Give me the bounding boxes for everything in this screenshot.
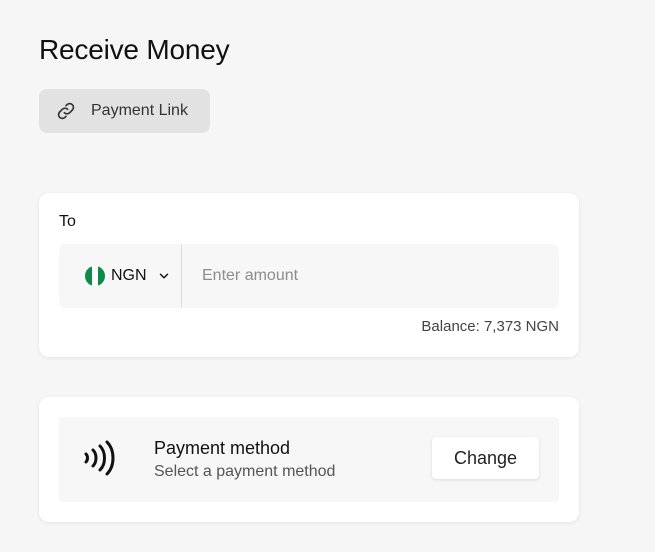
payment-link-button[interactable]: Payment Link — [39, 89, 210, 133]
currency-selector[interactable]: NGN — [59, 244, 182, 308]
change-button[interactable]: Change — [432, 437, 539, 479]
chevron-down-icon — [157, 269, 171, 283]
contactless-icon — [82, 438, 116, 478]
payment-method-subtitle: Select a payment method — [154, 463, 336, 480]
payment-method-card: Payment method Select a payment method C… — [39, 397, 579, 522]
page-title: Receive Money — [39, 34, 230, 65]
payment-link-label: Payment Link — [91, 102, 188, 119]
amount-input[interactable] — [182, 244, 559, 308]
nigeria-flag-icon — [85, 266, 105, 286]
amount-row: NGN — [59, 244, 559, 308]
link-icon — [55, 100, 77, 122]
amount-card: To NGN Balance: 7,373 NGN — [39, 193, 579, 357]
currency-code: NGN — [111, 267, 147, 284]
payment-method-title: Payment method — [154, 438, 291, 458]
to-label: To — [59, 213, 76, 230]
payment-method-row: Payment method Select a payment method C… — [59, 417, 559, 502]
balance-text: Balance: 7,373 NGN — [421, 318, 559, 335]
